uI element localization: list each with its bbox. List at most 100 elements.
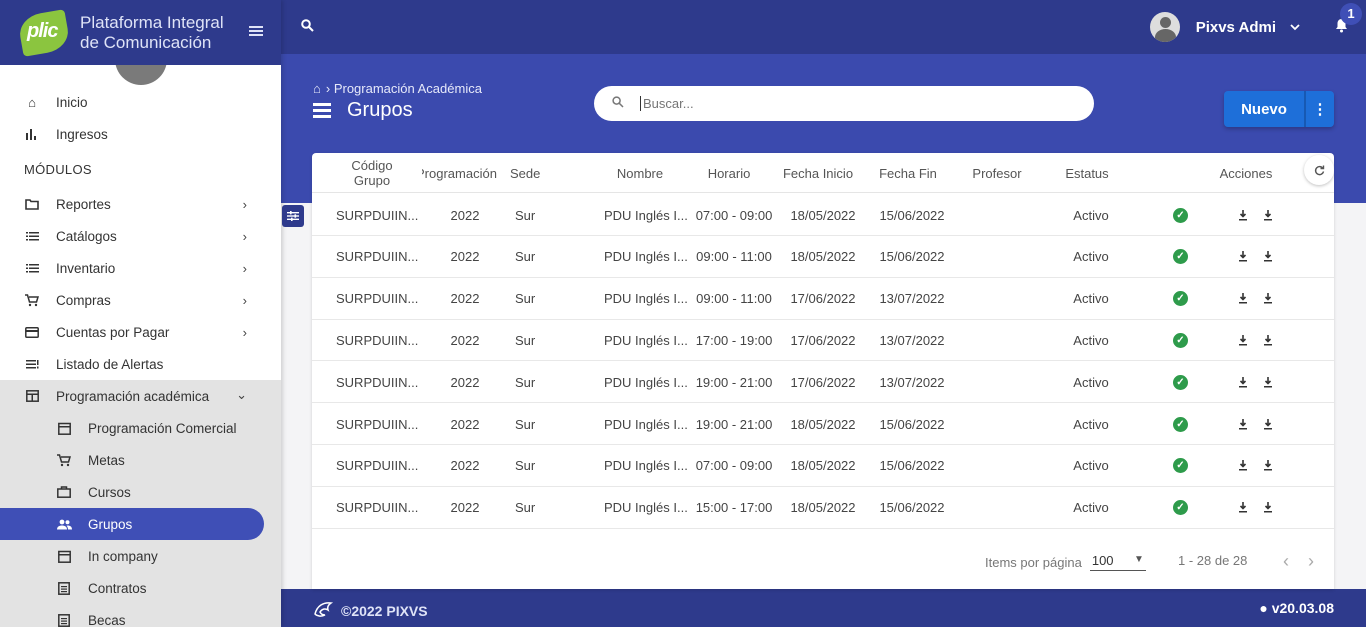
download-icon-secondary[interactable] [1263, 445, 1273, 487]
column-header-fecha-inicio[interactable]: Fecha Inicio [780, 153, 856, 193]
top-bar: Pixvs Admi 1 [281, 0, 1366, 54]
cell-fin: 13/07/2022 [879, 374, 945, 390]
sidebar-item-reportes[interactable]: Reportes › [0, 188, 281, 220]
search-icon[interactable] [301, 19, 314, 35]
cell-fin: 15/06/2022 [879, 207, 945, 223]
download-icon[interactable] [1238, 403, 1248, 445]
download-icon-secondary[interactable] [1263, 361, 1273, 403]
column-header-acciones: Acciones [1219, 165, 1273, 181]
download-icon-secondary[interactable] [1263, 278, 1273, 320]
cell-horario: 17:00 - 19:00 [695, 332, 773, 348]
breadcrumb-item[interactable]: Programación Académica [334, 81, 482, 96]
sidebar: plic Plataforma Integral de Comunicación… [0, 0, 281, 627]
table-row[interactable]: SURPDUIIN... 2022 Sur PDU Inglés I... 09:00 … [312, 278, 1334, 320]
download-icon[interactable] [1238, 361, 1248, 403]
sidebar-item-becas[interactable]: Becas [0, 604, 281, 627]
download-icon[interactable] [1238, 319, 1248, 361]
sidebar-item-compras[interactable]: Compras › [0, 284, 281, 316]
logo-text: plic [27, 19, 58, 42]
bar-chart-icon [24, 126, 40, 142]
sidebar-item-in-company[interactable]: In company [0, 540, 281, 572]
new-button[interactable]: Nuevo [1224, 91, 1304, 127]
cell-profesor [962, 319, 1032, 361]
breadcrumb: ⌂ › Programación Académica [313, 81, 482, 96]
sidebar-item-cuentas-por-pagar[interactable]: Cuentas por Pagar › [0, 316, 281, 348]
cell-estatus: Activo [1073, 207, 1109, 223]
alerts-list-icon [24, 356, 40, 372]
table-row[interactable]: SURPDUIIN... 2022 Sur PDU Inglés I... 15:00 … [312, 487, 1334, 529]
sidebar-item-label: Metas [88, 452, 125, 468]
column-header-nombre[interactable]: Nombre [602, 153, 678, 193]
column-header-horario[interactable]: Horario [694, 153, 764, 193]
sidebar-item-label: Programación académica [56, 388, 210, 404]
download-icon[interactable] [1238, 445, 1248, 487]
refresh-icon[interactable] [1304, 155, 1334, 185]
filter-toggle-button[interactable] [282, 205, 304, 227]
sidebar-item-contratos[interactable]: Contratos [0, 572, 281, 604]
download-icon[interactable] [1238, 236, 1248, 278]
sidebar-item-programacion-comercial[interactable]: Programación Comercial [0, 412, 281, 444]
items-per-page-select[interactable]: 100 ▼ [1089, 553, 1146, 571]
cell-programacion: 2022 [450, 249, 480, 265]
cell-sede: Sur [515, 291, 536, 307]
table-row[interactable]: SURPDUIIN... 2022 Sur PDU Inglés I... 19:00 … [312, 403, 1334, 445]
check-circle-icon: ✓ [1173, 416, 1188, 432]
user-menu[interactable]: Pixvs Admi [1149, 12, 1300, 42]
sidebar-item-listado-alertas[interactable]: Listado de Alertas [0, 348, 281, 380]
sidebar-item-grupos[interactable]: Grupos [0, 508, 264, 540]
sidebar-item-label: Cursos [88, 484, 131, 500]
cell-inicio: 17/06/2022 [790, 374, 856, 390]
cell-inicio: 18/05/2022 [790, 207, 856, 223]
sidebar-item-inventario[interactable]: Inventario › [0, 252, 281, 284]
cell-codigo: SURPDUIIN... [336, 332, 419, 348]
check-circle-icon: ✓ [1173, 374, 1188, 390]
sidebar-item-programacion-academica[interactable]: Programación académica ⌄ [0, 380, 281, 412]
table-row[interactable]: SURPDUIIN... 2022 Sur PDU Inglés I... 19:00 … [312, 361, 1334, 404]
column-header-estatus[interactable]: Estatus [1052, 153, 1122, 193]
table-row[interactable]: SURPDUIIN... 2022 Sur PDU Inglés I... 07:00 … [312, 194, 1334, 236]
download-icon-secondary[interactable] [1263, 487, 1273, 529]
cell-horario: 19:00 - 21:00 [695, 416, 773, 432]
sidebar-item-ingresos[interactable]: Ingresos [0, 118, 281, 150]
sidebar-item-inicio[interactable]: ⌂ Inicio [0, 86, 281, 118]
items-per-page: Items por página 100 ▼ [985, 553, 1146, 571]
cell-estatus: Activo [1073, 416, 1109, 432]
cell-programacion: 2022 [450, 291, 480, 307]
chevron-down-icon: ⌄ [236, 387, 247, 402]
version-label: ● v20.03.08 [1259, 600, 1334, 616]
sidebar-item-catalogos[interactable]: Catálogos › [0, 220, 281, 252]
sidebar-item-label: Becas [88, 612, 126, 627]
sidebar-item-metas[interactable]: Metas [0, 444, 281, 476]
table-row[interactable]: SURPDUIIN... 2022 Sur PDU Inglés I... 17:00 … [312, 319, 1334, 362]
cell-fin: 15/06/2022 [879, 458, 945, 474]
download-icon[interactable] [1238, 487, 1248, 529]
cell-profesor [962, 445, 1032, 487]
previous-page-icon[interactable]: ‹ [1283, 551, 1289, 572]
download-icon[interactable] [1238, 278, 1248, 320]
column-header-profesor[interactable]: Profesor [962, 153, 1032, 193]
column-header-codigo[interactable]: Código Grupo [342, 153, 402, 193]
cell-programacion: 2022 [450, 374, 480, 390]
home-icon: ⌂ [28, 94, 36, 110]
menu-toggle-icon[interactable] [249, 26, 263, 38]
more-options-button[interactable]: ⋮ [1304, 91, 1334, 127]
cell-nombre: PDU Inglés I... [604, 207, 688, 223]
download-icon-secondary[interactable] [1263, 236, 1273, 278]
column-header-fecha-fin[interactable]: Fecha Fin [872, 153, 944, 193]
notification-badge: 1 [1340, 3, 1362, 25]
sidebar-item-cursos[interactable]: Cursos [0, 476, 281, 508]
cell-fin: 13/07/2022 [879, 332, 945, 348]
column-header-sede[interactable]: Sede [510, 153, 550, 193]
plic-logo[interactable]: plic [16, 8, 72, 57]
home-icon[interactable]: ⌂ [313, 81, 321, 96]
download-icon-secondary[interactable] [1263, 319, 1273, 361]
table-row[interactable]: SURPDUIIN... 2022 Sur PDU Inglés I... 07:00 … [312, 445, 1334, 487]
column-header-programacion[interactable]: Programación [422, 153, 502, 193]
next-page-icon[interactable]: › [1308, 551, 1314, 572]
download-icon[interactable] [1238, 194, 1248, 236]
table-row[interactable]: SURPDUIIN... 2022 Sur PDU Inglés I... 09:00 … [312, 236, 1334, 278]
new-button-group: Nuevo ⋮ [1224, 91, 1334, 127]
download-icon-secondary[interactable] [1263, 194, 1273, 236]
download-icon-secondary[interactable] [1263, 403, 1273, 445]
search-input[interactable] [640, 96, 1060, 111]
